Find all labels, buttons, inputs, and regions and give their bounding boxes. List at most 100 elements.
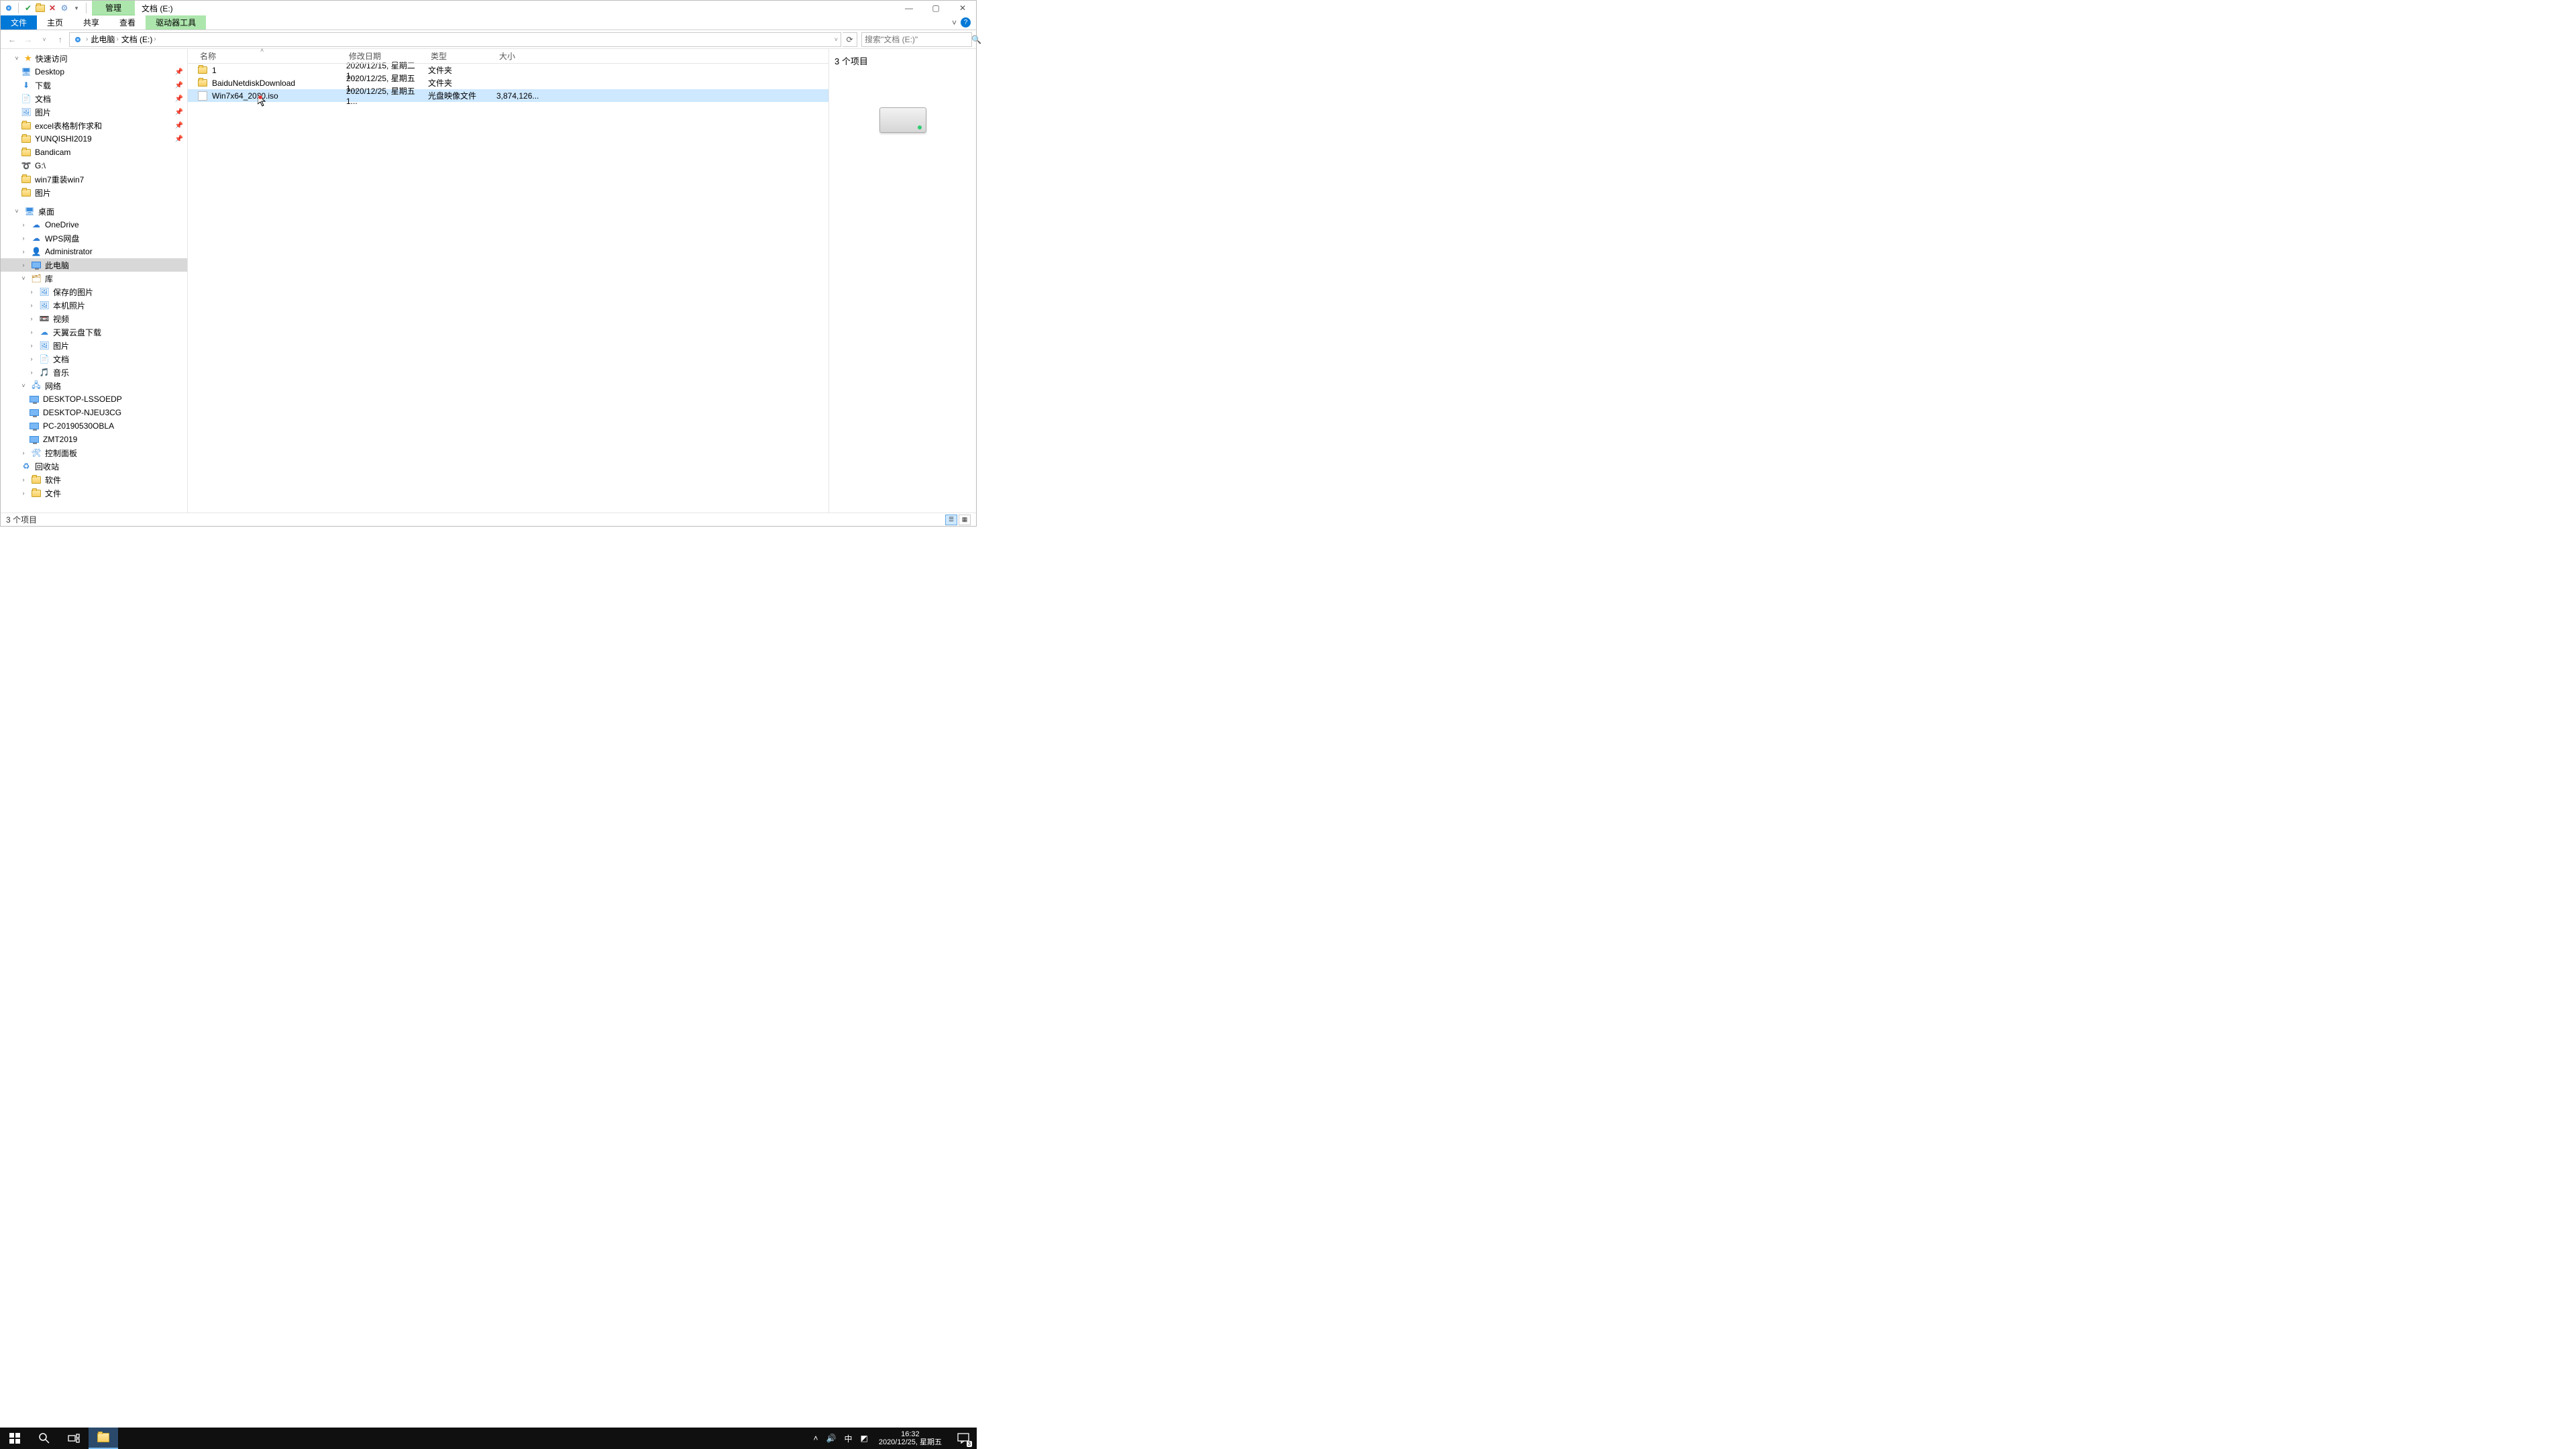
recent-dropdown-icon[interactable]: ˅ — [37, 32, 52, 47]
tree-item[interactable]: ⬇下载📌 — [1, 78, 187, 92]
col-date[interactable]: 修改日期 — [346, 50, 428, 62]
folder-icon — [21, 133, 32, 144]
tree-item[interactable]: 🖼图片📌 — [1, 105, 187, 119]
tray-overflow-icon[interactable]: ˄ — [814, 1434, 818, 1443]
app-icon — [3, 3, 14, 13]
tree-item[interactable]: YUNQISHI2019📌 — [1, 132, 187, 146]
ribbon-collapse-icon[interactable]: ˅ — [952, 18, 957, 28]
action-center-button[interactable]: 3 — [953, 1428, 974, 1449]
folder-icon — [197, 78, 208, 89]
tree-item[interactable]: 🖥Desktop📌 — [1, 65, 187, 78]
tree-item[interactable]: ZMT2019 — [1, 433, 187, 446]
document-icon: 📄 — [39, 354, 50, 364]
library-icon: 🗂 — [31, 273, 42, 284]
search-box[interactable]: 🔍 — [861, 32, 972, 47]
file-row[interactable]: BaiduNetdiskDownload2020/12/25, 星期五 1...… — [188, 76, 828, 89]
minimize-button[interactable]: — — [896, 1, 922, 15]
file-row[interactable]: 12020/12/15, 星期二 1...文件夹 — [188, 64, 828, 76]
tab-share[interactable]: 共享 — [73, 15, 109, 30]
folder-icon — [97, 1433, 109, 1442]
search-icon[interactable]: 🔍 — [971, 35, 981, 44]
tree-item[interactable]: ›☁WPS网盘 — [1, 231, 187, 245]
computer-icon — [29, 434, 40, 445]
column-headers[interactable]: ˄ 名称 修改日期 类型 大小 — [188, 49, 828, 64]
qat-folder-icon[interactable] — [35, 3, 46, 13]
tree-item[interactable]: DESKTOP-LSSOEDP — [1, 392, 187, 406]
tab-home[interactable]: 主页 — [37, 15, 73, 30]
up-button[interactable]: ↑ — [53, 32, 68, 47]
tab-drive-tools[interactable]: 驱动器工具 — [146, 15, 206, 30]
tree-item[interactable]: Bandicam — [1, 146, 187, 159]
tree-quick-access[interactable]: ˅★快速访问 — [1, 52, 187, 65]
file-type: 文件夹 — [428, 64, 496, 76]
picture-icon: 🖼 — [39, 300, 50, 311]
tree-item[interactable]: ➰G:\ — [1, 159, 187, 172]
tree-item[interactable]: ›☁OneDrive — [1, 218, 187, 231]
ime-indicator[interactable]: 中 — [844, 1433, 852, 1444]
tree-network[interactable]: ˅🖧网络 — [1, 379, 187, 392]
breadcrumb-segment[interactable]: 此电脑› — [91, 34, 118, 45]
tree-item[interactable]: ›🖼图片 — [1, 339, 187, 352]
col-size[interactable]: 大小 — [496, 50, 538, 62]
tree-libraries[interactable]: ˅🗂库 — [1, 272, 187, 285]
qat-dropdown-icon[interactable]: ▾ — [71, 3, 82, 13]
tree-item[interactable]: win7重装win7 — [1, 172, 187, 186]
tree-item[interactable]: ›☁天翼云盘下载 — [1, 325, 187, 339]
qat-close-icon[interactable]: ✕ — [47, 3, 58, 13]
tree-item[interactable]: ›🎵音乐 — [1, 366, 187, 379]
sort-indicator-icon: ˄ — [260, 47, 264, 54]
tree-item[interactable]: ›👤Administrator — [1, 245, 187, 258]
title-bar: ✔ ✕ ⚙ ▾ 管理 文档 (E:) — ▢ ✕ — [1, 1, 976, 15]
tree-this-pc[interactable]: ›此电脑 — [1, 258, 187, 272]
download-icon: ⬇ — [21, 80, 32, 91]
col-type[interactable]: 类型 — [428, 50, 496, 62]
tree-item[interactable]: PC-20190530OBLA — [1, 419, 187, 433]
tree-item[interactable]: ›🖼保存的图片 — [1, 285, 187, 299]
folder-icon — [21, 174, 32, 184]
search-button[interactable] — [30, 1428, 59, 1449]
breadcrumb[interactable]: › 此电脑› 文档 (E:)› ˅ — [69, 32, 841, 47]
task-view-button[interactable] — [59, 1428, 89, 1449]
qat-check-icon[interactable]: ✔ — [23, 3, 34, 13]
qat-gear-icon[interactable]: ⚙ — [59, 3, 70, 13]
tree-item[interactable]: 📄文档📌 — [1, 92, 187, 105]
close-button[interactable]: ✕ — [949, 1, 976, 15]
clock[interactable]: 16:32 2020/12/25, 星期五 — [876, 1430, 945, 1446]
tab-file[interactable]: 文件 — [1, 15, 37, 30]
forward-button[interactable]: → — [21, 32, 36, 47]
breadcrumb-segment[interactable]: 文档 (E:)› — [121, 34, 156, 45]
maximize-button[interactable]: ▢ — [922, 1, 949, 15]
preview-count: 3 个项目 — [835, 54, 868, 67]
file-date: 2020/12/25, 星期五 1... — [346, 85, 428, 106]
tree-item[interactable]: 图片 — [1, 186, 187, 199]
tree-item[interactable]: ›🖼本机照片 — [1, 299, 187, 312]
tab-view[interactable]: 查看 — [109, 15, 146, 30]
refresh-button[interactable]: ⟳ — [843, 32, 857, 47]
battery-icon[interactable]: ◩ — [860, 1434, 867, 1443]
breadcrumb-dropdown-icon[interactable]: ˅ — [835, 36, 838, 43]
tree-item[interactable]: ›文件 — [1, 486, 187, 500]
view-details-button[interactable]: ☰ — [945, 515, 957, 525]
col-name[interactable]: 名称 — [197, 50, 346, 62]
music-icon: 🎵 — [39, 367, 50, 378]
tree-item[interactable]: ›📼视频 — [1, 312, 187, 325]
status-text: 3 个项目 — [6, 514, 37, 525]
nav-tree: ˅★快速访问 🖥Desktop📌 ⬇下载📌 📄文档📌 🖼图片📌 excel表格制… — [1, 49, 188, 513]
tree-item[interactable]: excel表格制作求和📌 — [1, 119, 187, 132]
taskbar-explorer[interactable] — [89, 1428, 118, 1449]
tree-control-panel[interactable]: ›🛠控制面板 — [1, 446, 187, 460]
volume-icon[interactable]: 🔊 — [826, 1434, 837, 1443]
tree-item[interactable]: ›📄文档 — [1, 352, 187, 366]
taskbar: ˄ 🔊 中 ◩ 16:32 2020/12/25, 星期五 3 — [0, 1428, 977, 1449]
search-input[interactable] — [862, 35, 971, 44]
file-row[interactable]: Win7x64_2020.iso2020/12/25, 星期五 1...光盘映像… — [188, 89, 828, 102]
back-button[interactable]: ← — [5, 32, 19, 47]
tree-item[interactable]: DESKTOP-NJEU3CG — [1, 406, 187, 419]
help-icon[interactable]: ? — [961, 17, 971, 28]
tree-recycle-bin[interactable]: ♻回收站 — [1, 460, 187, 473]
start-button[interactable] — [0, 1428, 30, 1449]
folder-icon — [31, 488, 42, 498]
tree-item[interactable]: ›软件 — [1, 473, 187, 486]
tree-desktop[interactable]: ˅🖥桌面 — [1, 205, 187, 218]
view-large-button[interactable]: ▦ — [959, 515, 971, 525]
